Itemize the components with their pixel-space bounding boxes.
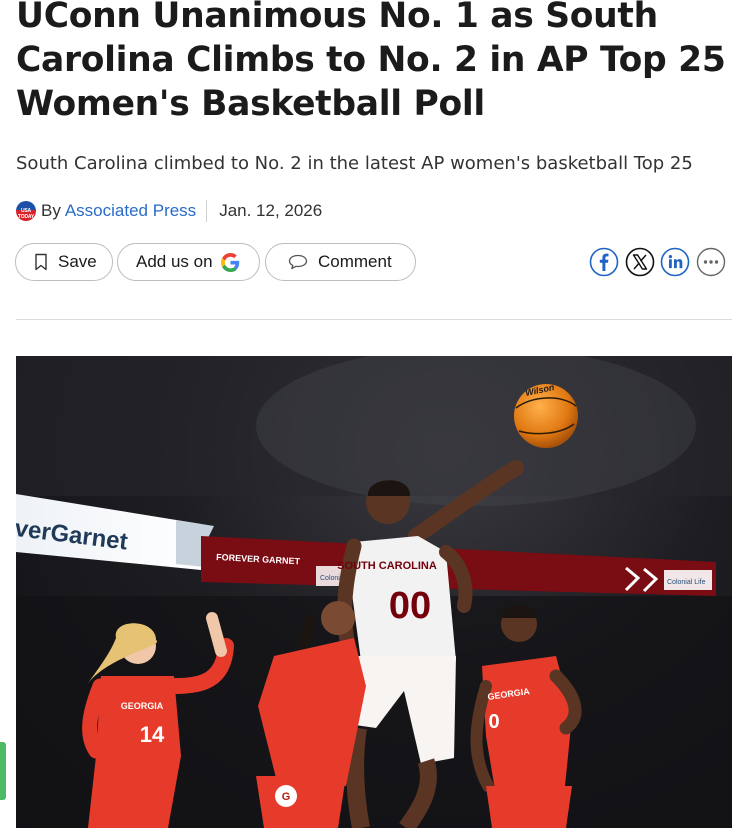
publisher-logo-text: USA TODAY <box>18 208 34 220</box>
article-headline: UConn Unanimous No. 1 as South Carolina … <box>16 0 726 124</box>
save-label: Save <box>58 252 97 271</box>
main-jersey-number: 00 <box>389 585 431 627</box>
facebook-icon[interactable] <box>589 247 619 277</box>
add-us-on-google-button[interactable]: Add us on <box>117 243 260 281</box>
svg-text:G: G <box>282 791 291 803</box>
author-link[interactable]: Associated Press <box>65 201 196 221</box>
linkedin-icon[interactable] <box>660 247 690 277</box>
comment-label: Comment <box>318 252 392 271</box>
colonial-life-right-text: Colonial Life <box>667 579 706 586</box>
comment-button[interactable]: Comment <box>265 243 416 281</box>
more-icon[interactable] <box>696 247 726 277</box>
main-jersey-text: SOUTH CAROLINA <box>337 560 437 572</box>
right-jersey-number: 0 <box>488 711 499 733</box>
comment-bubble-icon <box>288 254 308 270</box>
side-feedback-tab[interactable] <box>0 742 6 800</box>
byline-separator <box>206 200 208 222</box>
article-subheadline: South Carolina climbed to No. 2 in the l… <box>16 153 693 174</box>
byline: USA TODAY By Associated Press Jan. 12, 2… <box>16 199 322 223</box>
left-jersey-number: 14 <box>140 722 165 747</box>
save-button[interactable]: Save <box>15 243 113 281</box>
hero-image: verGarnet FOREVER GARNET Colonial Life C… <box>16 356 732 828</box>
left-jersey-text: GEORGIA <box>121 701 164 711</box>
byline-prefix: By <box>41 201 61 220</box>
section-divider <box>16 319 732 320</box>
add-us-label: Add us on <box>136 252 213 271</box>
google-icon <box>220 252 240 272</box>
publisher-logo-icon: USA TODAY <box>16 201 36 221</box>
bookmark-icon <box>34 253 48 271</box>
publish-date: Jan. 12, 2026 <box>219 201 323 220</box>
x-icon[interactable] <box>625 247 655 277</box>
